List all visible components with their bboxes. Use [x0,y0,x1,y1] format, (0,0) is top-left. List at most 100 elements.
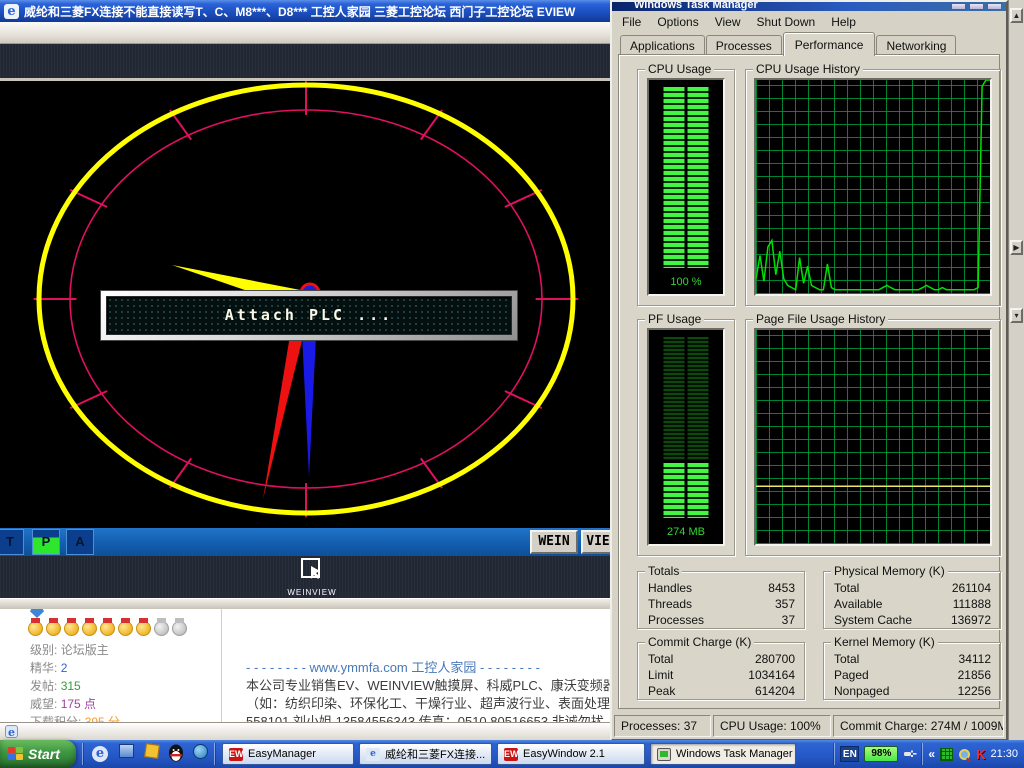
easywindow-clock-screen[interactable]: Attach PLC ... [0,78,610,528]
task-manager-status-bar: Processes: 37 CPU Usage: 100% Commit Cha… [614,713,1004,737]
scrollbar-button-mid[interactable]: ▶ [1010,240,1023,255]
attach-plc-message-box: Attach PLC ... [100,290,518,341]
tray-chevron[interactable]: « [928,747,935,761]
weinview-icon-label: WEINVIEW [284,588,340,597]
physical-memory-group: Physical Memory (K) Total261104 Availabl… [823,571,1001,629]
pf-history-group-label: Page File Usage History [753,312,888,326]
menu-shutdown[interactable]: Shut Down [749,13,824,31]
vie-button[interactable]: VIE [581,530,610,554]
pf-history-panel [754,328,992,546]
menu-options[interactable]: Options [649,13,706,31]
clock-time: 21:30 [990,748,1018,760]
close-button[interactable] [987,3,1002,10]
ie-title-bar[interactable]: e 威纶和三菱FX连接不能直接读写T、C、M8***、D8*** 工控人家园 三… [0,0,610,22]
medal-gold-icon [82,621,97,636]
tab-applications[interactable]: Applications [620,35,705,55]
cpu-usage-gauge: 100 % [647,78,725,296]
antivirus-k-icon[interactable]: K [976,747,985,762]
pf-usage-value: 274 MB [649,526,723,538]
forum-stat-level: 级别: 论坛版主 [30,641,109,658]
tab-performance[interactable]: Performance [783,32,876,56]
task-button-ie-forum[interactable]: e 威纶和三菱FX连接... [359,743,492,765]
toolbar-button-t[interactable]: T [0,529,24,555]
physmem-total-row: Total261104 [824,580,1000,596]
windows-taskbar: Start e EW EasyManager e 威纶和三菱FX连接... EW [0,740,1024,768]
forum-post-body: - - - - - - - - www.ymmfa.com 工控人家园 - - … [232,609,610,722]
magnifier-tray-icon[interactable] [958,748,971,761]
medal-gold-icon [28,621,43,636]
commit-charge-group: Commit Charge (K) Total280700 Limit10341… [637,642,805,700]
cpu-usage-group-label: CPU Usage [645,62,714,76]
forum-stat-digest: 精华: 2 [30,659,67,676]
medal-gold-icon [118,621,133,636]
cpu-history-chart [756,80,990,294]
quicklaunch-qq-icon[interactable] [166,744,186,764]
maximize-button[interactable] [969,3,984,10]
tab-networking[interactable]: Networking [876,35,956,55]
task-manager-title-bar[interactable]: Windows Task Manager [612,2,1006,11]
kernel-memory-group-label: Kernel Memory (K) [831,635,938,649]
task-manager-tab-strip: Applications Processes Performance Netwo… [620,33,957,55]
menu-view[interactable]: View [707,13,749,31]
taskbar-separator [214,743,215,765]
wein-button[interactable]: WEIN [530,530,578,554]
ie-task-icon: e [366,748,380,761]
commit-charge-group-label: Commit Charge (K) [645,635,754,649]
weinview-desktop-icon[interactable]: WEINVIEW [284,558,340,596]
windows-flag-icon [8,747,23,761]
start-button[interactable]: Start [0,740,76,768]
toolbar-button-a[interactable]: A [66,529,94,555]
task-button-task-manager[interactable]: Windows Task Manager [650,743,796,765]
task-button-easywindow[interactable]: EW EasyWindow 2.1 [497,743,645,765]
cpu-history-group: CPU Usage History [745,69,1001,306]
signature-header[interactable]: - - - - - - - - www.ymmfa.com 工控人家园 - - … [246,657,540,676]
cpu-meter-tray-icon[interactable] [940,748,953,761]
quicklaunch-ie-icon[interactable]: e [90,744,110,764]
minimize-button[interactable] [951,3,966,10]
kernel-paged-row: Paged21856 [824,667,1000,683]
task-button-easymanager[interactable]: EW EasyManager [222,743,354,765]
toolbar-button-p[interactable]: P [32,529,60,555]
menu-file[interactable]: File [614,13,649,31]
ie-status-icon: e [5,725,18,738]
signature-line-2: （如：纺织印染、环保化工、干燥行业、超声波行业、表面处理行业、照 [246,693,610,712]
medal-gray-icon [172,621,187,636]
language-indicator[interactable]: EN [840,746,859,762]
physical-memory-group-label: Physical Memory (K) [831,564,948,578]
forum-stat-posts: 发帖: 315 [30,677,81,694]
pf-usage-group-label: PF Usage [645,312,704,326]
scrollbar-button-low[interactable]: ▾ [1010,308,1023,323]
medal-row [28,621,187,636]
battery-indicator[interactable]: 98% [864,746,898,762]
menu-help[interactable]: Help [823,13,864,31]
pf-usage-gauge: 274 MB [647,328,725,546]
ribbon-badge-icon [30,609,44,618]
power-plug-icon[interactable] [903,748,917,760]
medal-gold-icon [100,621,115,636]
browser-scrollbar[interactable]: ▲ ▶ ▾ [1008,0,1024,740]
signature-line-1: 本公司专业销售EV、WEINVIEW触摸屏、科威PLC、康沃变频器、日本高 [246,675,610,694]
task-manager-task-icon [657,748,671,761]
signature-line-3: 558101 刘小姐 13584556343 传真：0510 80516653 … [246,711,604,722]
pf-history-group: Page File Usage History [745,319,1001,556]
quicklaunch-window-icon[interactable] [116,744,136,764]
weinview-cursor-icon [299,558,325,582]
status-commit-charge: Commit Charge: 274M / 1009M [833,715,1004,737]
medal-gold-icon [64,621,79,636]
tray-divider [922,743,923,765]
totals-group-label: Totals [645,564,682,578]
pf-usage-group: PF Usage 274 MB [637,319,735,556]
ie-title-text: 威纶和三菱FX连接不能直接读写T、C、M8***、D8*** 工控人家园 三菱工… [24,3,575,20]
system-tray: EN 98% « K 21:30 [826,740,1024,768]
kernel-total-row: Total34112 [824,651,1000,667]
quicklaunch-tool-icon[interactable] [142,744,162,764]
totals-threads-row: Threads357 [638,596,804,612]
quicklaunch-media-icon[interactable] [190,744,210,764]
taskbar-separator [82,743,83,765]
commit-peak-row: Peak614204 [638,683,804,699]
totals-group: Totals Handles8453 Threads357 Processes3… [637,571,805,629]
scrollbar-up-button[interactable]: ▲ [1010,8,1023,23]
tab-processes[interactable]: Processes [706,35,782,55]
forum-stat-prestige: 威望: 175 点 [30,695,96,712]
medal-gray-icon [154,621,169,636]
